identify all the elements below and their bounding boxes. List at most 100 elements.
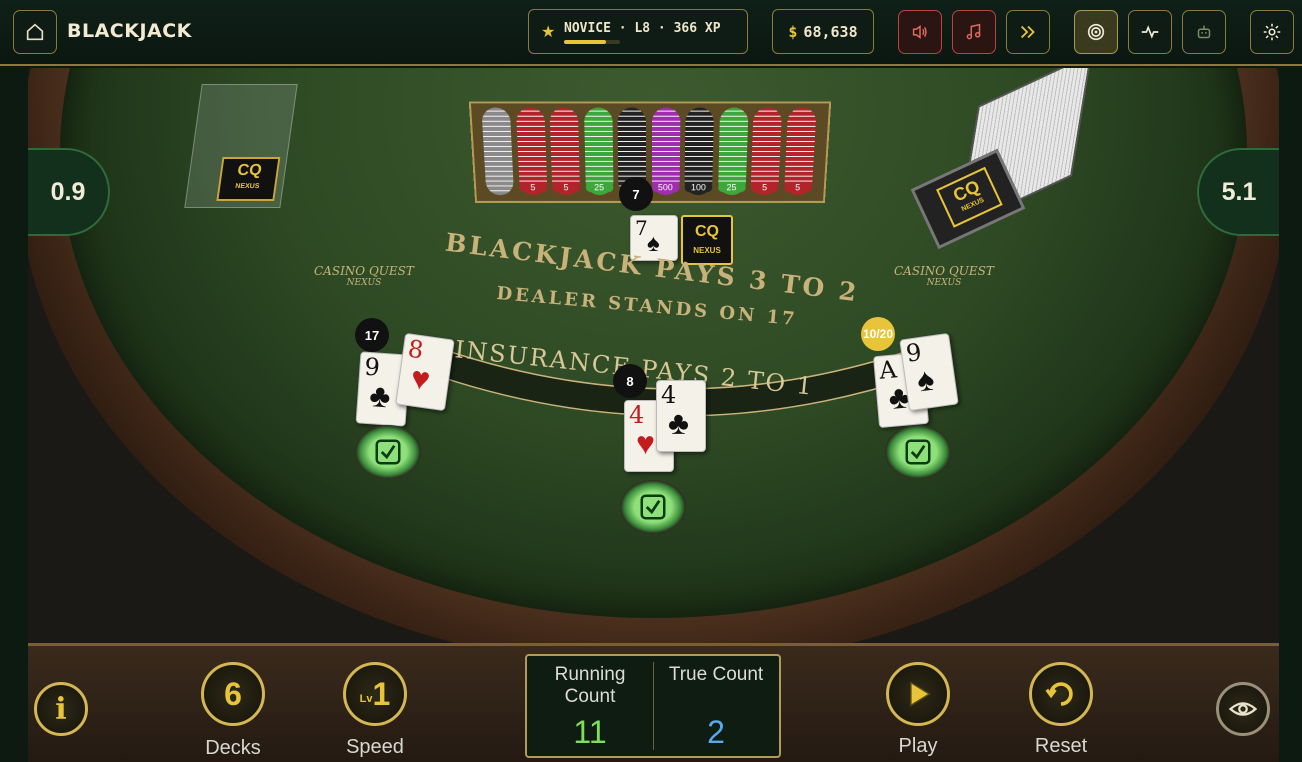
card-suit: ♥	[408, 359, 433, 398]
info-button[interactable]: i	[34, 682, 88, 736]
dealer-total-badge: 7	[619, 177, 653, 211]
chip-stack: 5	[783, 107, 817, 196]
settings-button[interactable]	[1250, 10, 1294, 54]
running-count-label: Running Count	[554, 664, 626, 707]
hand-2-total-badge: 8	[613, 364, 647, 398]
card-rank: 7	[635, 216, 648, 240]
chip-label: 5	[783, 182, 812, 193]
card-suit: ♣	[368, 377, 392, 415]
player-rank-box[interactable]: ★ NOVICE · L8 · 366 XP	[528, 9, 748, 54]
settings-icon	[1263, 23, 1281, 41]
card-shoe: CQ NEXUS	[908, 68, 1098, 250]
decks-button[interactable]: 6	[201, 662, 265, 726]
chip-stack: 5	[750, 107, 783, 196]
hole-card-brand: CQ	[695, 223, 719, 240]
play-label: Play	[898, 735, 938, 757]
hand-1-total-badge: 17	[355, 318, 389, 352]
decks-value: 6	[224, 675, 242, 712]
chip-stack	[481, 107, 515, 196]
music-button[interactable]	[952, 10, 996, 54]
reset-icon	[1045, 682, 1073, 706]
card-suit: ♥	[636, 425, 655, 461]
running-count-value: 11	[573, 714, 607, 750]
xp-progress-bar	[564, 40, 620, 44]
target-button[interactable]	[1074, 10, 1118, 54]
check-icon	[640, 494, 666, 520]
chip-stack: 25	[583, 107, 614, 196]
blackjack-table: CQ NEXUS CQ NEXUS 5 5 25 500 100 25 5 5 0.9 5.1…	[28, 68, 1279, 643]
decks-label: Decks	[205, 737, 261, 759]
logo-left-text: CASINO QUEST	[314, 264, 414, 278]
reset-label: Reset	[1034, 735, 1088, 757]
robot-button[interactable]	[1182, 10, 1226, 54]
chip-label: 500	[651, 182, 680, 193]
card-suit: ♣	[668, 405, 689, 441]
fast-forward-button[interactable]	[1006, 10, 1050, 54]
home-icon	[26, 23, 44, 41]
bottom-control-bar: i 6 Decks Lv 1 Speed Running Count 11 Tr…	[28, 643, 1279, 762]
chip-stack: 25	[717, 107, 749, 196]
right-count-indicator: 5.1	[1197, 148, 1279, 236]
logo-right-subtext: NEXUS	[926, 278, 962, 288]
chip-stack: 5	[515, 107, 548, 196]
true-count-label: True Count	[668, 664, 764, 685]
music-icon	[966, 23, 981, 40]
insurance-band: INSURANCE PAYS 2 TO 1	[418, 335, 938, 416]
count-panel: Running Count 11 True Count 2	[525, 654, 781, 758]
true-count-value: 2	[707, 714, 725, 750]
logo-right-text: CASINO QUEST	[894, 264, 994, 278]
speed-prefix: Lv	[359, 693, 373, 705]
sound-icon	[912, 25, 927, 39]
xp-progress-fill	[564, 40, 606, 44]
top-bar: BLACKJACK ★ NOVICE · L8 · 366 XP $ 68,63…	[0, 0, 1302, 66]
brand-subtext: NEXUS	[234, 183, 260, 190]
speed-value: 1	[372, 675, 391, 712]
pulse-icon	[1141, 25, 1159, 39]
chip-label: 5	[518, 182, 547, 193]
info-icon: i	[55, 691, 67, 727]
chip-label: 25	[717, 182, 746, 193]
logo-left-subtext: NEXUS	[346, 278, 382, 288]
hand-3-bet-spot[interactable]	[885, 425, 951, 479]
chip-label: 25	[585, 182, 614, 193]
brand-text: CQ	[236, 162, 263, 179]
speed-button[interactable]: Lv 1	[343, 662, 407, 726]
discard-tray-logo: CQ NEXUS	[216, 157, 281, 201]
target-icon	[1087, 23, 1105, 41]
stats-button[interactable]	[1128, 10, 1172, 54]
check-icon	[375, 439, 401, 465]
robot-icon	[1197, 25, 1211, 39]
sound-button[interactable]	[898, 10, 942, 54]
play-icon	[910, 681, 931, 707]
hand-3-total-badge: 10/20	[861, 317, 895, 351]
true-count-column: True Count 2	[653, 656, 779, 756]
chip-label: 5	[750, 182, 779, 193]
play-button[interactable]	[886, 662, 950, 726]
chip-stack: 100	[684, 107, 715, 196]
hand-1-bet-spot[interactable]	[355, 425, 421, 479]
rank-text: NOVICE · L8 · 366 XP	[564, 21, 721, 36]
hole-card-brand-sub: NEXUS	[693, 246, 721, 255]
card-suit: ♠	[914, 360, 937, 399]
shoe-logo: CQ NEXUS	[936, 166, 1003, 228]
speed-label: Speed	[346, 736, 404, 758]
casino-logo-right: CASINO QUEST NEXUS	[894, 264, 994, 288]
hand-2-card-2: 4 ♣	[656, 380, 706, 452]
star-icon: ★	[541, 24, 556, 41]
discard-tray: CQ NEXUS	[184, 84, 298, 208]
dollar-symbol: $	[788, 22, 798, 41]
reset-button[interactable]	[1029, 662, 1093, 726]
eye-icon	[1228, 702, 1258, 716]
game-title: BLACKJACK	[67, 20, 192, 42]
hand-2-bet-spot[interactable]	[620, 480, 686, 534]
check-icon	[905, 439, 931, 465]
casino-logo-left: CASINO QUEST NEXUS	[314, 264, 414, 288]
hand-3-card-2: 9 ♠	[899, 332, 959, 412]
chip-label: 100	[684, 182, 713, 193]
running-count-column: Running Count 11	[527, 656, 653, 756]
view-toggle-button[interactable]	[1216, 682, 1270, 736]
chip-label: 5	[552, 182, 580, 193]
balance-box: $ 68,638	[772, 9, 874, 54]
fast-forward-icon	[1020, 25, 1035, 39]
home-button[interactable]	[13, 10, 57, 54]
